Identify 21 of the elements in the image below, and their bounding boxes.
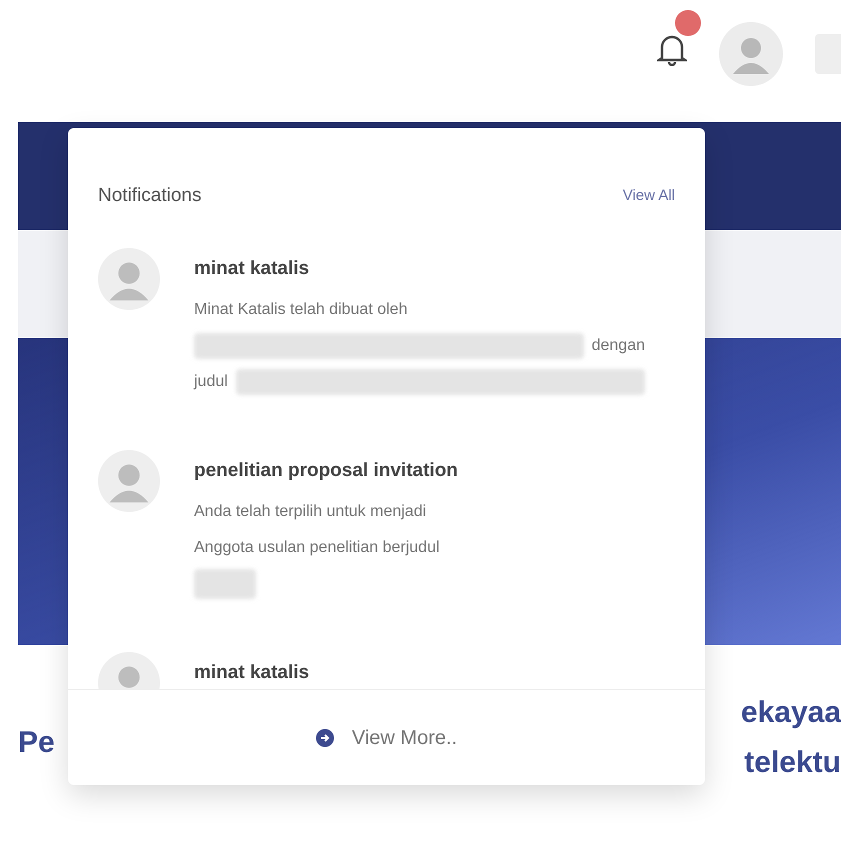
notification-title: minat katalis xyxy=(194,661,310,685)
notification-text: Minat Katalis telah dibuat oleh xyxy=(194,300,408,320)
notification-text: judul xyxy=(194,372,228,392)
page-heading: ekayaa xyxy=(740,695,841,731)
notification-item[interactable]: minat katalis xyxy=(68,632,705,689)
notification-text: Anggota usulan penelitian berjudul xyxy=(194,538,440,558)
view-all-link[interactable]: View All xyxy=(622,184,675,208)
avatar-icon xyxy=(98,450,160,512)
avatar-icon xyxy=(98,248,160,310)
notification-title: minat katalis xyxy=(194,257,310,281)
page-heading: Pe xyxy=(18,725,55,761)
notification-text: dengan xyxy=(592,336,645,356)
notification-item[interactable]: minat katalis Minat Katalis telah dibuat oleh dengan judul xyxy=(68,228,705,430)
notification-title: penelitian proposal invitation xyxy=(194,459,459,483)
notification-text: Anda telah terpilih untuk menjadi xyxy=(194,502,426,522)
blurred-redaction xyxy=(194,568,256,598)
arrow-circle-icon xyxy=(316,728,334,746)
view-more-link[interactable]: View More.. xyxy=(316,722,458,752)
panel-title: Notifications xyxy=(98,184,202,208)
page-heading: telektu xyxy=(744,745,841,781)
notification-item[interactable]: penelitian proposal invitation Anda telah terpilih untuk menjadi Anggota usulan penelitian berjudul xyxy=(68,430,705,632)
